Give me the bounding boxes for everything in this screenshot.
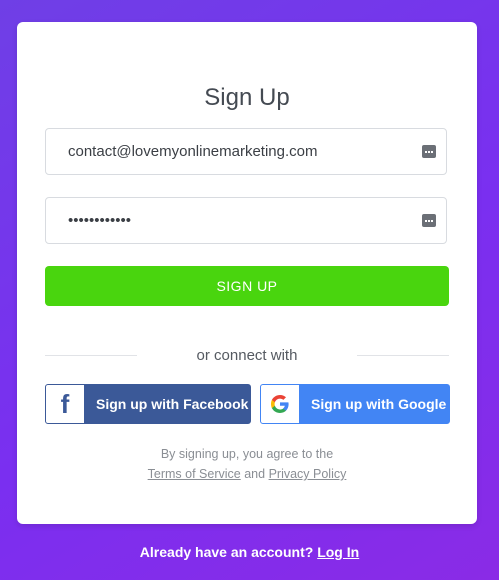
page-title: Sign Up	[204, 84, 290, 111]
google-logo-icon	[261, 385, 299, 423]
google-signup-label: Sign up with Google	[311, 396, 447, 412]
legal-notice: By signing up, you agree to the Terms of…	[17, 444, 477, 484]
password-input[interactable]	[46, 198, 446, 243]
legal-and-text: and	[244, 467, 266, 481]
login-link[interactable]: Log In	[317, 544, 359, 560]
email-input[interactable]	[46, 129, 446, 174]
facebook-logo-icon: f	[46, 385, 84, 423]
signup-card: Sign Up SIGN UP or connect with f Sign u…	[17, 22, 477, 524]
legal-links-line: Terms of Service and Privacy Policy	[17, 464, 477, 484]
privacy-policy-link[interactable]: Privacy Policy	[269, 467, 347, 481]
google-signup-button[interactable]: Sign up with Google	[260, 384, 450, 424]
divider-line-right	[357, 355, 449, 356]
signup-button[interactable]: SIGN UP	[45, 266, 449, 306]
keyboard-icon[interactable]	[422, 214, 436, 227]
keyboard-icon[interactable]	[422, 145, 436, 158]
facebook-signup-label: Sign up with Facebook	[96, 396, 249, 412]
legal-prefix: By signing up, you agree to the	[160, 447, 334, 461]
facebook-signup-button[interactable]: f Sign up with Facebook	[45, 384, 251, 424]
terms-of-service-link[interactable]: Terms of Service	[148, 467, 241, 481]
login-prompt-text: Already have an account?	[139, 544, 314, 560]
or-divider: or connect with	[45, 347, 449, 364]
email-field[interactable]	[45, 128, 447, 175]
password-field[interactable]	[45, 197, 447, 244]
login-prompt: Already have an account? Log In	[0, 544, 499, 560]
